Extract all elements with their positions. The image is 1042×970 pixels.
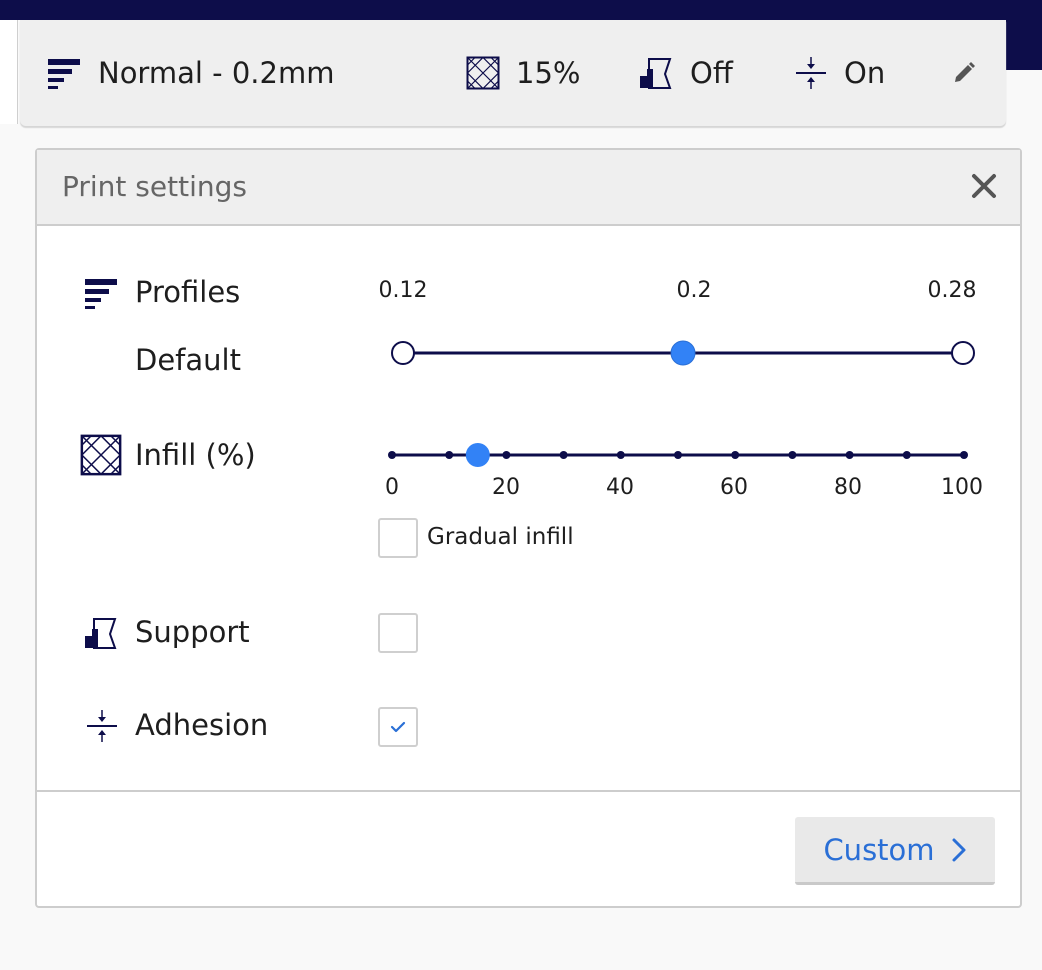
adhesion-checkbox[interactable]	[378, 707, 418, 747]
close-button[interactable]	[968, 170, 1000, 202]
infill-tick-label: 20	[492, 475, 520, 500]
support-checkbox[interactable]	[378, 613, 418, 653]
profiles-label: Profiles	[135, 275, 241, 309]
infill-tick-dot[interactable]	[388, 451, 396, 459]
infill-tick-dot[interactable]	[445, 451, 454, 459]
custom-button[interactable]: Custom	[795, 817, 995, 885]
infill-tick-label: 40	[606, 475, 634, 500]
infill-tick-dot[interactable]	[845, 451, 854, 459]
infill-tick-dot[interactable]	[502, 451, 511, 459]
profile-lines-icon	[47, 56, 81, 90]
infill-tick-label: 80	[834, 475, 862, 500]
top-window-band	[0, 0, 1042, 20]
infill-tick-label: 60	[720, 475, 748, 500]
support-summary-value: Off	[690, 56, 733, 90]
profile-slider-handle[interactable]	[670, 340, 696, 366]
checkmark-icon	[390, 721, 406, 733]
infill-summary[interactable]: 15%	[466, 20, 580, 126]
infill-tick-dot[interactable]	[674, 451, 682, 459]
left-edge-panel	[0, 20, 18, 124]
adhesion-icon	[85, 709, 119, 743]
custom-button-label: Custom	[823, 832, 935, 867]
infill-pattern-icon	[466, 56, 500, 90]
panel-footer-divider	[37, 790, 1020, 792]
support-label: Support	[135, 615, 250, 649]
profile-summary-label: Normal - 0.2mm	[98, 56, 335, 90]
top-right-band	[1004, 0, 1042, 70]
adhesion-summary[interactable]: On	[794, 20, 885, 126]
infill-icon	[80, 434, 122, 476]
profile-tick-label: 0.12	[378, 278, 428, 303]
panel-header: Print settings	[37, 150, 1020, 226]
adhesion-summary-value: On	[844, 56, 886, 90]
infill-tick-dot[interactable]	[960, 451, 968, 459]
print-settings-panel: Print settings Profiles Default 0.12 0.2…	[35, 148, 1022, 908]
infill-tick-dot[interactable]	[731, 451, 740, 459]
adhesion-label: Adhesion	[135, 708, 269, 742]
panel-title: Print settings	[62, 170, 247, 203]
chevron-right-icon	[952, 838, 966, 861]
infill-slider-handle[interactable]	[465, 443, 490, 467]
profiles-sublabel: Default	[135, 343, 241, 377]
profile-option-0.12[interactable]	[391, 341, 415, 365]
profile-tick-label: 0.28	[927, 278, 977, 303]
infill-slider[interactable]	[382, 440, 1002, 470]
profile-tick-label: 0.2	[676, 278, 712, 303]
support-summary[interactable]: Off	[639, 20, 733, 126]
support-block-icon	[639, 56, 673, 90]
close-icon	[972, 174, 996, 198]
infill-summary-value: 15%	[516, 56, 581, 90]
infill-tick-label: 0	[385, 475, 399, 500]
profile-slider[interactable]	[387, 335, 987, 371]
infill-tick-dot[interactable]	[788, 451, 797, 459]
infill-tick-label: 100	[941, 475, 983, 500]
print-settings-summary-bar[interactable]: Normal - 0.2mm 15% Off On	[20, 20, 1006, 126]
infill-tick-dot[interactable]	[559, 451, 568, 459]
pencil-icon	[952, 61, 976, 85]
adhesion-arrows-icon	[794, 56, 828, 90]
profile-summary[interactable]: Normal - 0.2mm	[47, 20, 334, 126]
infill-label: Infill (%)	[135, 438, 256, 472]
support-icon	[84, 616, 118, 650]
infill-tick-dot[interactable]	[902, 451, 911, 459]
gradual-infill-checkbox[interactable]	[378, 518, 418, 558]
profile-option-0.28[interactable]	[951, 341, 975, 365]
infill-tick-dot[interactable]	[616, 451, 625, 459]
edit-settings-button[interactable]	[952, 20, 976, 126]
profiles-icon	[84, 277, 118, 311]
gradual-infill-label: Gradual infill	[427, 524, 574, 550]
